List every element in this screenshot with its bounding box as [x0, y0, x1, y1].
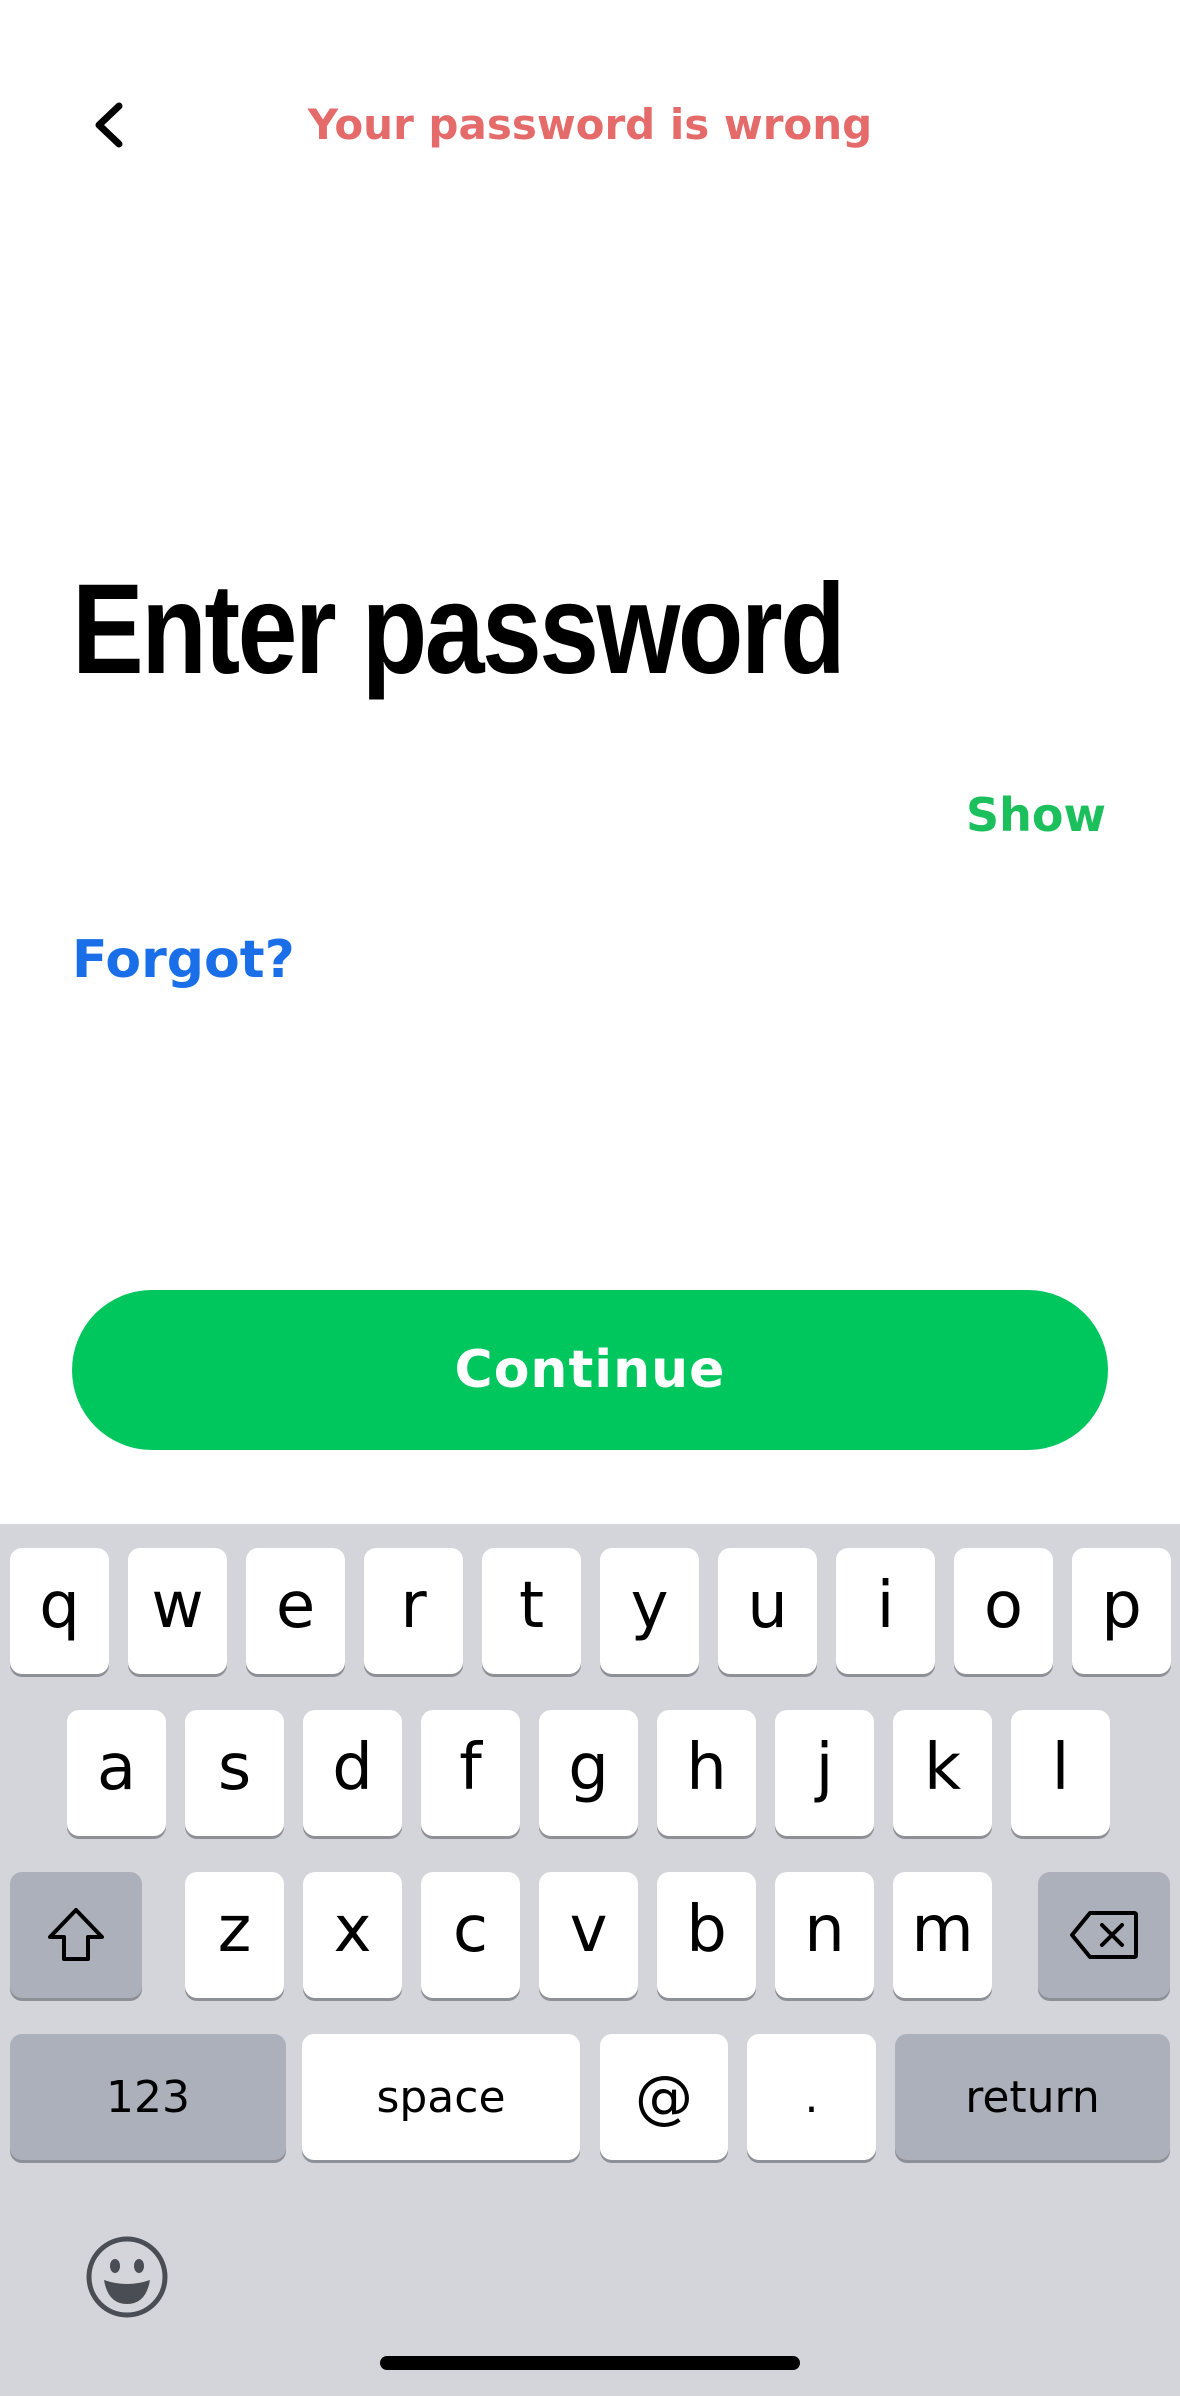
keyboard: q w e r t y u i o p a s d f g h j k l z …: [0, 1524, 1180, 2396]
key-k[interactable]: k: [893, 1710, 992, 1836]
key-r[interactable]: r: [364, 1548, 463, 1674]
shift-key[interactable]: [10, 1872, 142, 1998]
key-f[interactable]: f: [421, 1710, 520, 1836]
delete-key[interactable]: [1038, 1872, 1170, 1998]
shift-icon: [48, 1908, 104, 1961]
key-q[interactable]: q: [10, 1548, 109, 1674]
key-p[interactable]: p: [1072, 1548, 1171, 1674]
key-s[interactable]: s: [185, 1710, 284, 1836]
key-n[interactable]: n: [775, 1872, 874, 1998]
key-h[interactable]: h: [657, 1710, 756, 1836]
key-d[interactable]: d: [303, 1710, 402, 1836]
key-b[interactable]: b: [657, 1872, 756, 1998]
space-key[interactable]: space: [302, 2034, 580, 2160]
backspace-icon: [1070, 1911, 1138, 1959]
key-x[interactable]: x: [303, 1872, 402, 1998]
continue-button[interactable]: Continue: [72, 1290, 1108, 1450]
home-indicator: [380, 2356, 800, 2370]
dot-key[interactable]: .: [747, 2034, 876, 2160]
key-u[interactable]: u: [718, 1548, 817, 1674]
emoji-icon: [86, 2236, 168, 2318]
key-o[interactable]: o: [954, 1548, 1053, 1674]
key-i[interactable]: i: [836, 1548, 935, 1674]
key-e[interactable]: e: [246, 1548, 345, 1674]
key-m[interactable]: m: [893, 1872, 992, 1998]
key-j[interactable]: j: [775, 1710, 874, 1836]
key-v[interactable]: v: [539, 1872, 638, 1998]
show-password-button[interactable]: Show: [966, 788, 1106, 842]
numbers-key[interactable]: 123: [10, 2034, 286, 2160]
error-message: Your password is wrong: [307, 100, 873, 149]
key-t[interactable]: t: [482, 1548, 581, 1674]
key-y[interactable]: y: [600, 1548, 699, 1674]
top-bar: Your password is wrong: [0, 0, 1180, 260]
page-title: Enter password: [72, 558, 846, 701]
password-input[interactable]: [72, 780, 932, 850]
at-key[interactable]: @: [600, 2034, 728, 2160]
emoji-button[interactable]: [84, 2234, 170, 2320]
key-l[interactable]: l: [1011, 1710, 1110, 1836]
key-g[interactable]: g: [539, 1710, 638, 1836]
key-a[interactable]: a: [67, 1710, 166, 1836]
key-z[interactable]: z: [185, 1872, 284, 1998]
forgot-password-link[interactable]: Forgot?: [72, 930, 295, 990]
key-w[interactable]: w: [128, 1548, 227, 1674]
return-key[interactable]: return: [895, 2034, 1170, 2160]
key-c[interactable]: c: [421, 1872, 520, 1998]
